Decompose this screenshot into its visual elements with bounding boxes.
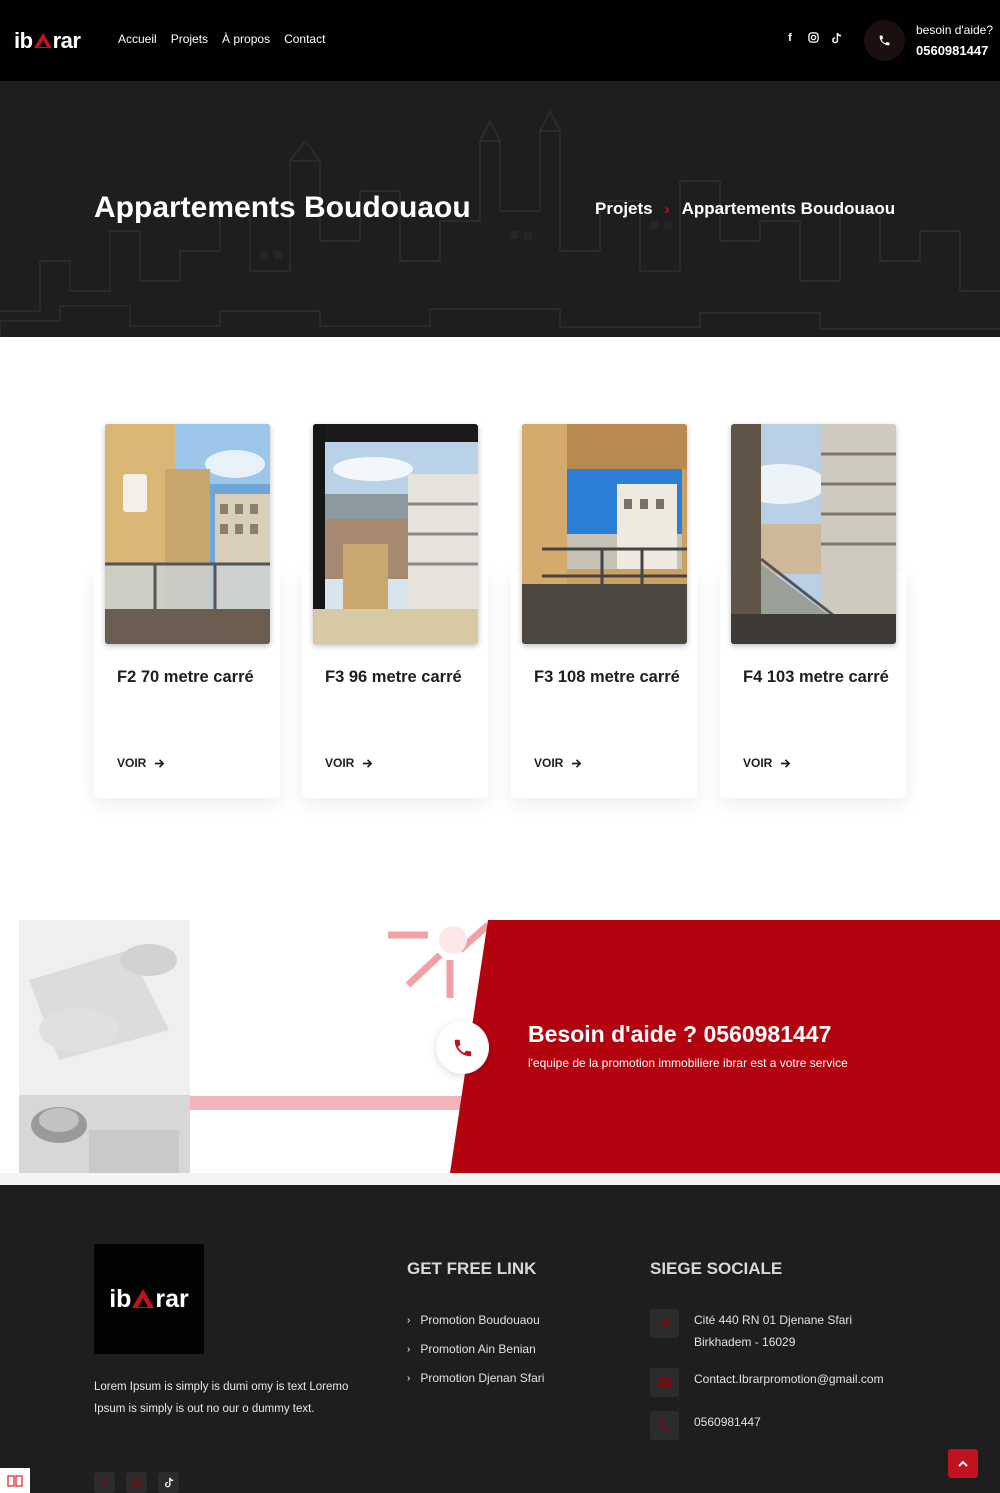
- address: Cité 440 RN 01 Djenane Sfari Birkhadem -…: [694, 1309, 852, 1353]
- voir-link[interactable]: VOIR: [743, 756, 791, 770]
- corner-badge-icon[interactable]: [0, 1468, 30, 1493]
- nav-apropos[interactable]: À propos: [222, 32, 270, 46]
- voir-link[interactable]: VOIR: [534, 756, 582, 770]
- footer-phone[interactable]: 0560981447: [694, 1411, 761, 1433]
- arrow-right-icon: [363, 758, 373, 768]
- breadcrumb-projets[interactable]: Projets: [595, 199, 653, 219]
- footer-link[interactable]: › Promotion Boudouaou: [407, 1313, 540, 1327]
- chevron-right-icon: ›: [407, 1372, 411, 1384]
- footer-link-label: Promotion Ain Benian: [420, 1342, 536, 1356]
- address-line-2: Birkhadem - 16029: [694, 1335, 796, 1349]
- nav-accueil[interactable]: Accueil: [118, 32, 157, 46]
- footer-link[interactable]: › Promotion Ain Benian: [407, 1342, 536, 1356]
- logo-roof-icon: [132, 1289, 155, 1309]
- arrow-right-icon: [155, 758, 165, 768]
- logo[interactable]: ib rar: [14, 28, 81, 54]
- help-phone[interactable]: 0560981447: [916, 43, 988, 58]
- arrow-right-icon: [781, 758, 791, 768]
- header-socials: f: [784, 32, 842, 47]
- phone-call-button[interactable]: [864, 20, 905, 61]
- footer-logo-text-left: ib: [109, 1284, 132, 1313]
- instagram-icon[interactable]: [807, 32, 819, 47]
- cta-subtitle: l'equipe de la promotion immobiliere ibr…: [528, 1056, 848, 1070]
- tiktok-icon[interactable]: [158, 1472, 179, 1493]
- phone-icon: [454, 1039, 471, 1056]
- voir-label: VOIR: [534, 756, 564, 770]
- card-title[interactable]: F4 103 metre carré: [743, 667, 893, 688]
- links-heading: GET FREE LINK: [407, 1259, 537, 1278]
- address-line-1: Cité 440 RN 01 Djenane Sfari: [694, 1313, 853, 1327]
- facebook-icon[interactable]: f: [94, 1472, 115, 1493]
- card-title[interactable]: F3 108 metre carré: [534, 667, 684, 688]
- logo-text-left: ib: [14, 28, 33, 53]
- chevron-right-icon: ›: [664, 200, 670, 218]
- footer-email[interactable]: Contact.Ibrarpromotion@gmail.com: [694, 1368, 884, 1390]
- logo-text-right: rar: [52, 28, 81, 53]
- scroll-to-top-button[interactable]: [948, 1449, 978, 1478]
- main-nav: Accueil Projets À propos Contact: [118, 32, 325, 46]
- footer-link-label: Promotion Djenan Sfari: [420, 1371, 545, 1385]
- phone-icon: [879, 35, 890, 46]
- nav-projets[interactable]: Projets: [171, 32, 208, 46]
- decorative-stripe: [190, 1096, 462, 1110]
- phone-icon: [650, 1411, 679, 1440]
- nav-contact[interactable]: Contact: [284, 32, 325, 46]
- footer-logo[interactable]: ib rar: [94, 1244, 204, 1354]
- logo-roof-icon: [33, 33, 52, 49]
- footer-link[interactable]: › Promotion Djenan Sfari: [407, 1371, 544, 1385]
- instagram-icon[interactable]: [126, 1472, 147, 1493]
- apartment-photo[interactable]: [522, 424, 687, 644]
- cta-background-photo: [19, 920, 190, 1173]
- tiktok-icon[interactable]: [830, 32, 842, 47]
- cta-title: Besoin d'aide ? 0560981447: [528, 1021, 832, 1047]
- chevron-right-icon: ›: [407, 1314, 411, 1326]
- voir-link[interactable]: VOIR: [325, 756, 373, 770]
- email-icon: [650, 1368, 679, 1397]
- arrow-right-icon: [572, 758, 582, 768]
- top-navbar: ib rar Accueil Projets À propos Contact …: [0, 0, 1000, 81]
- page-title: Appartements Boudouaou: [94, 191, 471, 224]
- voir-label: VOIR: [117, 756, 147, 770]
- section-divider: [0, 1173, 1000, 1185]
- footer-link-label: Promotion Boudouaou: [420, 1313, 540, 1327]
- voir-label: VOIR: [743, 756, 773, 770]
- cta-phone-button[interactable]: [436, 1021, 489, 1074]
- help-cta-band: [0, 920, 1000, 1173]
- footer-logo-text-right: rar: [155, 1284, 189, 1313]
- help-label: besoin d'aide?: [916, 23, 994, 37]
- apartment-photo[interactable]: [105, 424, 270, 644]
- footer-description: Lorem Ipsum is simply is dumi omy is tex…: [94, 1381, 349, 1415]
- facebook-icon[interactable]: f: [784, 32, 796, 47]
- card-title[interactable]: F3 96 metre carré: [325, 667, 475, 688]
- location-icon: [650, 1309, 679, 1338]
- apartment-photo[interactable]: [313, 424, 478, 644]
- breadcrumb-current: Appartements Boudouaou: [681, 199, 896, 218]
- chevron-up-icon: [958, 1460, 968, 1467]
- apartment-photo[interactable]: [731, 424, 896, 644]
- office-heading: SIEGE SOCIALE: [650, 1259, 783, 1278]
- chevron-right-icon: ›: [407, 1343, 411, 1355]
- page-hero: Appartements Boudouaou Projets › Apparte…: [0, 81, 1000, 337]
- voir-label: VOIR: [325, 756, 355, 770]
- card-title[interactable]: F2 70 metre carré: [117, 667, 267, 688]
- voir-link[interactable]: VOIR: [117, 756, 165, 770]
- breadcrumb: Projets › Appartements Boudouaou: [595, 199, 895, 219]
